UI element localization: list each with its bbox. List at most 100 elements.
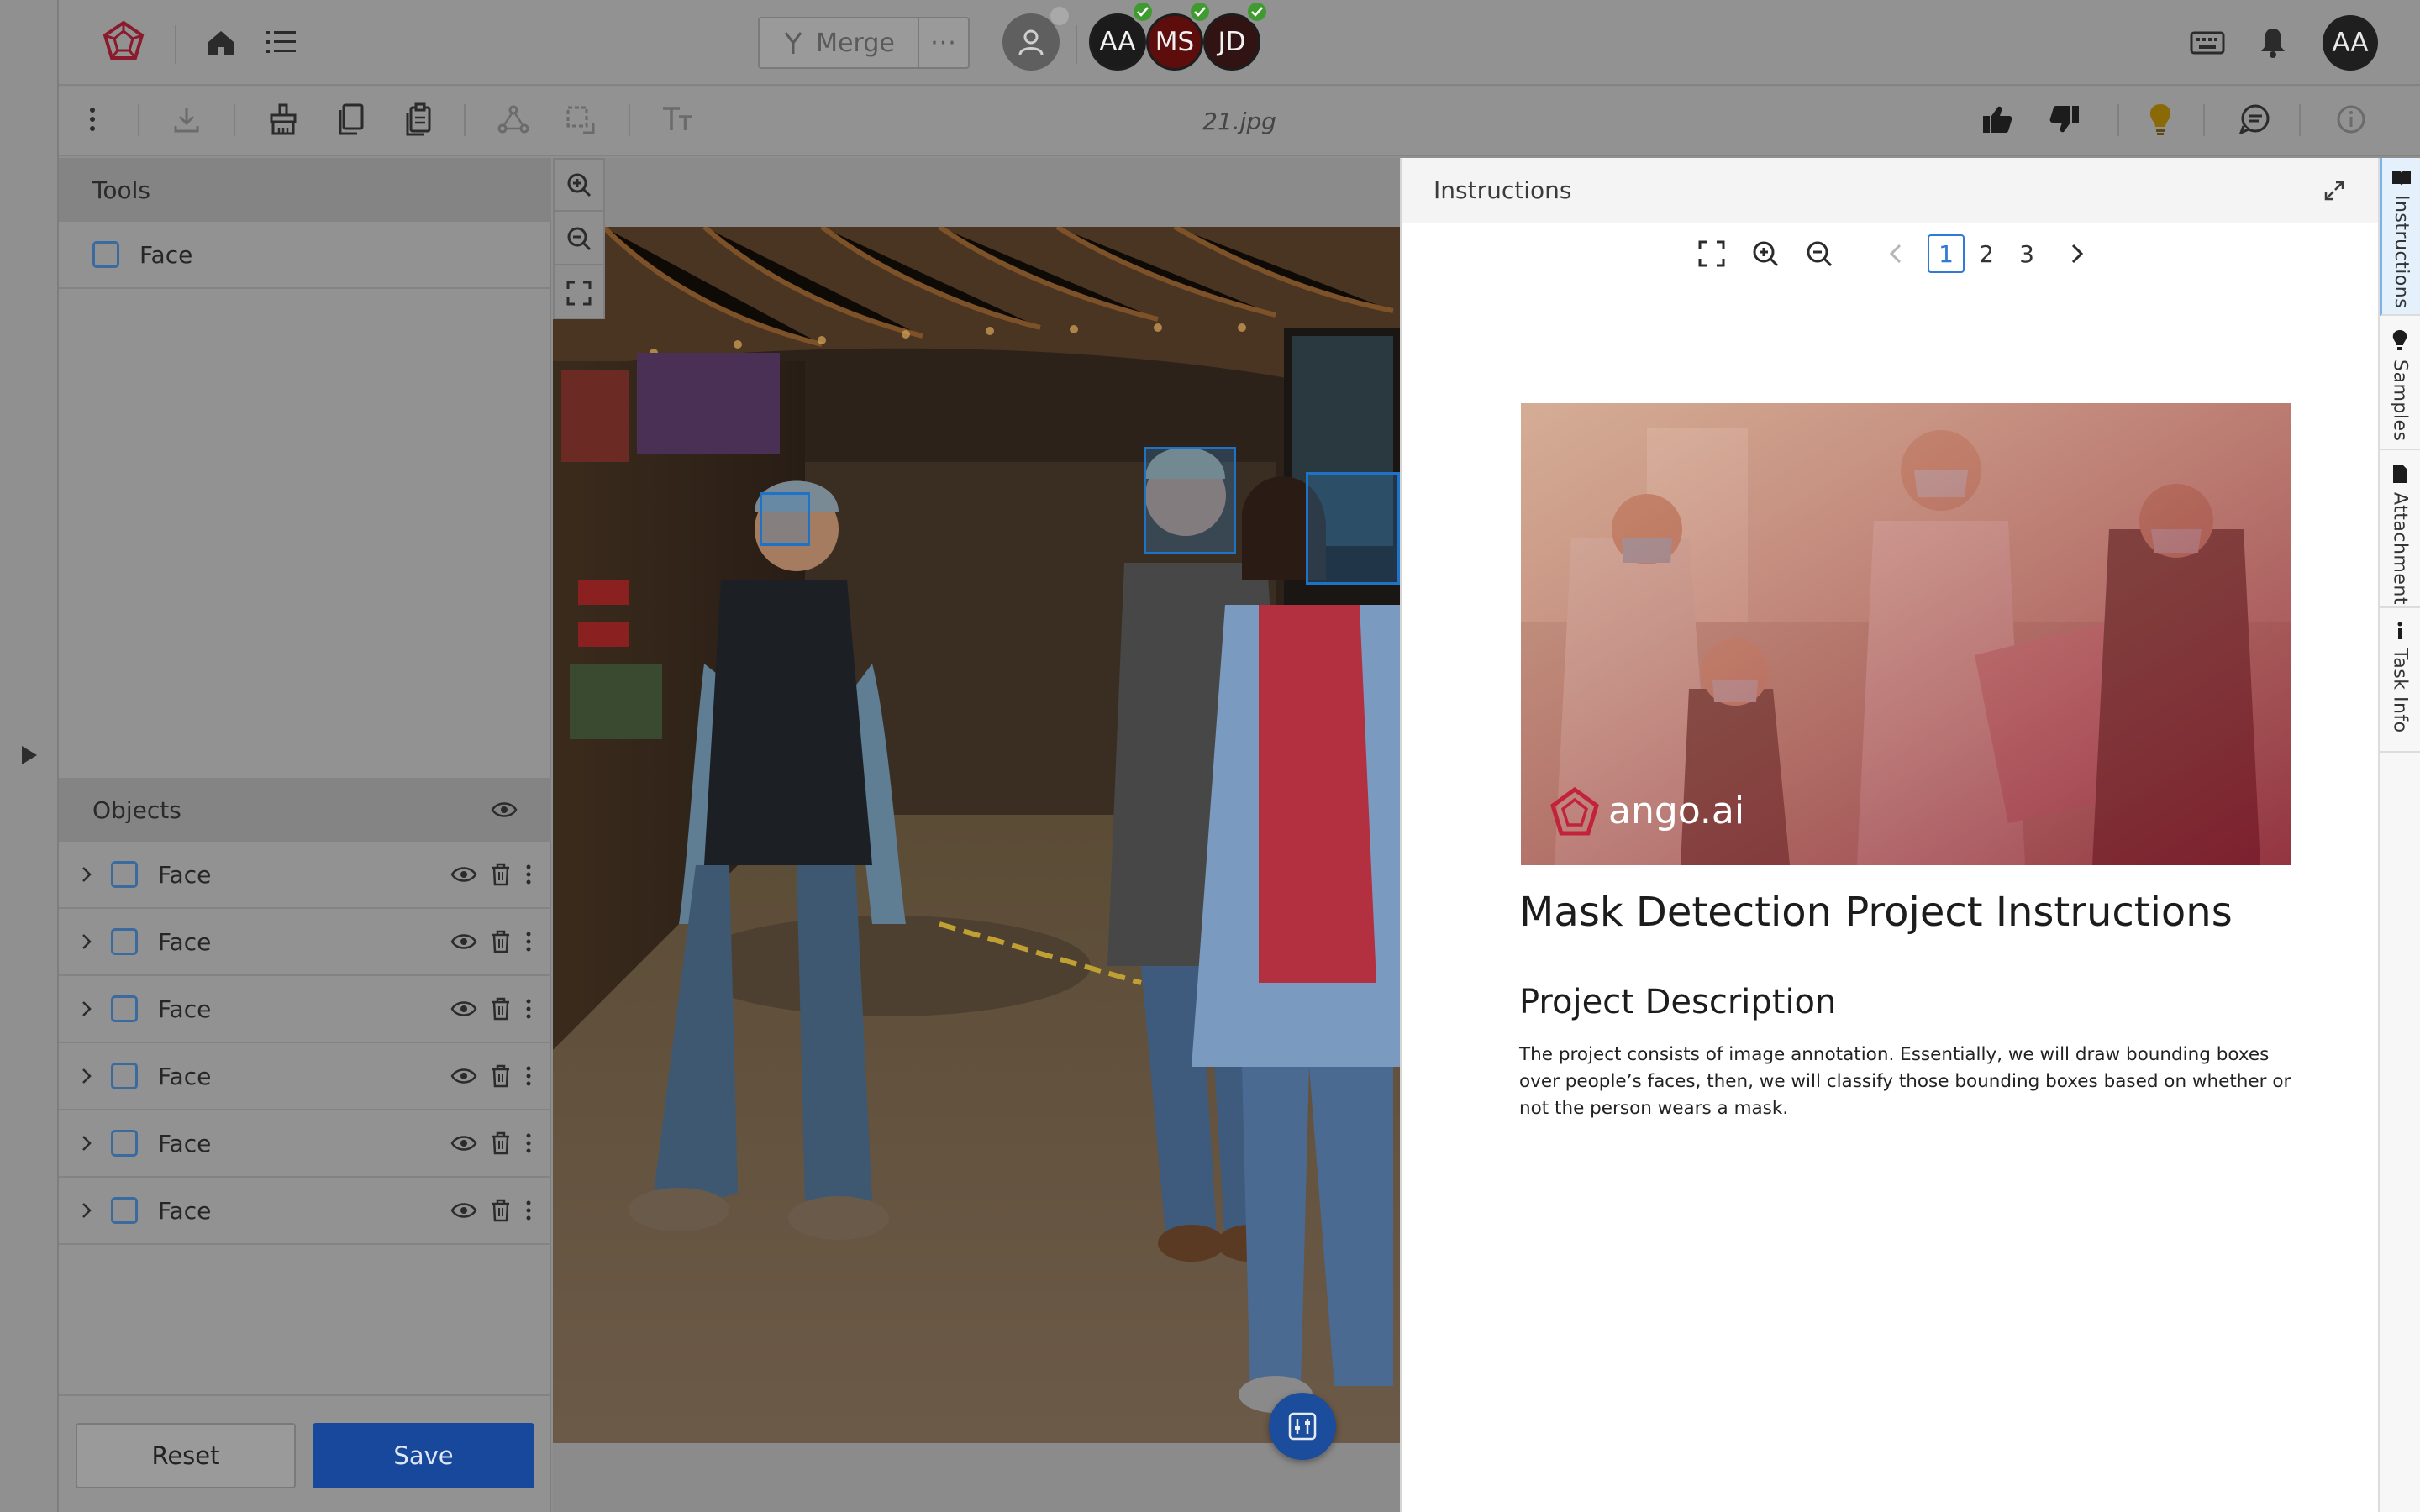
eye-icon[interactable]: [450, 1000, 477, 1018]
keyboard-icon[interactable]: [2190, 30, 2225, 55]
more-vertical-icon[interactable]: [524, 1200, 533, 1221]
page-number[interactable]: 2: [1968, 234, 2005, 273]
app-logo-icon[interactable]: [99, 18, 148, 67]
object-color-swatch[interactable]: [111, 995, 138, 1022]
chevron-right-icon[interactable]: [74, 932, 99, 951]
chevron-right-icon[interactable]: [74, 1201, 99, 1220]
tab-attachment[interactable]: Attachment: [2380, 452, 2420, 608]
download-icon[interactable]: [171, 104, 202, 134]
instructions-image: ango.ai: [1521, 403, 2291, 865]
zoom-out-icon[interactable]: [555, 213, 603, 265]
object-color-swatch[interactable]: [111, 1063, 138, 1089]
merge-more-button[interactable]: ···: [919, 29, 968, 58]
trash-icon[interactable]: [491, 997, 511, 1021]
page-number[interactable]: 3: [2008, 234, 2045, 273]
object-row[interactable]: Face: [59, 1110, 551, 1178]
copy-icon[interactable]: [336, 102, 366, 136]
object-row[interactable]: Face: [59, 1043, 551, 1110]
eye-icon[interactable]: [450, 1134, 477, 1152]
trash-icon[interactable]: [491, 863, 511, 886]
eye-icon[interactable]: [450, 865, 477, 884]
toolbar-divider: [2299, 104, 2301, 136]
tab-task-info[interactable]: Task Info: [2380, 610, 2420, 753]
graph-nodes-icon[interactable]: [497, 104, 529, 134]
expand-sidebar-icon[interactable]: [17, 743, 42, 768]
object-color-swatch[interactable]: [111, 861, 138, 888]
file-icon: [2391, 464, 2408, 484]
objects-title: Objects: [92, 795, 182, 824]
object-row[interactable]: Face: [59, 1178, 551, 1245]
trash-icon[interactable]: [491, 1131, 511, 1155]
more-vertical-icon[interactable]: [524, 1065, 533, 1087]
paste-icon[interactable]: [403, 102, 434, 136]
next-page-icon[interactable]: [2070, 243, 2084, 265]
tool-face[interactable]: Face: [59, 222, 551, 289]
chevron-right-icon[interactable]: [74, 1000, 99, 1018]
adjust-settings-button[interactable]: [1269, 1393, 1336, 1460]
trash-icon[interactable]: [491, 930, 511, 953]
merge-button[interactable]: Merge: [760, 18, 919, 67]
bounding-box[interactable]: [1144, 447, 1236, 554]
object-color-swatch[interactable]: [111, 928, 138, 955]
object-label: Face: [158, 1129, 212, 1158]
verified-check-icon: [1245, 0, 1269, 24]
assignee-avatar[interactable]: [1002, 13, 1060, 71]
home-icon[interactable]: [205, 27, 237, 59]
object-color-swatch[interactable]: [111, 1197, 138, 1224]
tab-samples[interactable]: Samples: [2380, 318, 2420, 450]
more-vertical-icon[interactable]: [524, 998, 533, 1020]
trash-icon[interactable]: [491, 1199, 511, 1222]
object-color-swatch[interactable]: [111, 1130, 138, 1157]
bounding-box[interactable]: [760, 492, 810, 546]
tab-label: Samples: [2389, 360, 2411, 442]
object-row[interactable]: Face: [59, 909, 551, 976]
info-icon: [2396, 622, 2403, 640]
expand-icon[interactable]: [2323, 179, 2346, 202]
thumbs-down-icon[interactable]: [2049, 104, 2081, 134]
sliders-icon: [1288, 1412, 1317, 1441]
zoom-in-icon[interactable]: [555, 160, 603, 212]
bell-icon[interactable]: [2259, 25, 2287, 59]
object-row[interactable]: Face: [59, 976, 551, 1043]
page-number[interactable]: 1: [1928, 234, 1965, 273]
trash-icon[interactable]: [491, 1064, 511, 1088]
more-vertical-icon[interactable]: [87, 106, 97, 133]
eye-icon[interactable]: [450, 1067, 477, 1085]
more-vertical-icon[interactable]: [524, 864, 533, 885]
bounding-box[interactable]: [1306, 472, 1400, 585]
fullscreen-icon[interactable]: [1697, 239, 1726, 268]
save-button[interactable]: Save: [313, 1423, 534, 1488]
tab-label: Instructions: [2391, 195, 2412, 309]
tools-header: Tools: [59, 158, 551, 222]
eye-icon[interactable]: [450, 932, 477, 951]
chevron-right-icon[interactable]: [74, 1134, 99, 1152]
crop-icon[interactable]: [565, 104, 597, 136]
doc-zoom-in-icon[interactable]: [1751, 239, 1780, 268]
more-vertical-icon[interactable]: [524, 1132, 533, 1154]
annotation-image[interactable]: [553, 227, 1400, 1443]
lightbulb-icon[interactable]: [2148, 102, 2173, 136]
user-icon: [1018, 29, 1044, 55]
eye-icon[interactable]: [450, 1201, 477, 1220]
canvas-zoom-tools: [553, 158, 605, 319]
header-divider: [175, 25, 176, 64]
tab-instructions[interactable]: Instructions: [2380, 158, 2420, 316]
thumbs-up-icon[interactable]: [1981, 104, 2013, 134]
document-viewer-controls: 123: [1697, 232, 2084, 276]
more-vertical-icon[interactable]: [524, 931, 533, 953]
object-row[interactable]: Face: [59, 842, 551, 909]
verified-check-icon: [1188, 0, 1212, 24]
prev-page-icon[interactable]: [1889, 243, 1902, 265]
chevron-right-icon[interactable]: [74, 1067, 99, 1085]
reset-button[interactable]: Reset: [76, 1423, 296, 1488]
info-icon[interactable]: [2336, 104, 2366, 134]
text-size-icon[interactable]: [660, 104, 694, 133]
list-icon[interactable]: [266, 29, 296, 55]
eye-icon[interactable]: [491, 801, 518, 819]
fit-screen-icon[interactable]: [555, 267, 603, 319]
user-avatar[interactable]: AA: [2323, 15, 2378, 71]
comments-icon[interactable]: [2238, 104, 2272, 134]
doc-zoom-out-icon[interactable]: [1805, 239, 1833, 268]
clear-brush-icon[interactable]: [267, 102, 299, 136]
chevron-right-icon[interactable]: [74, 865, 99, 884]
